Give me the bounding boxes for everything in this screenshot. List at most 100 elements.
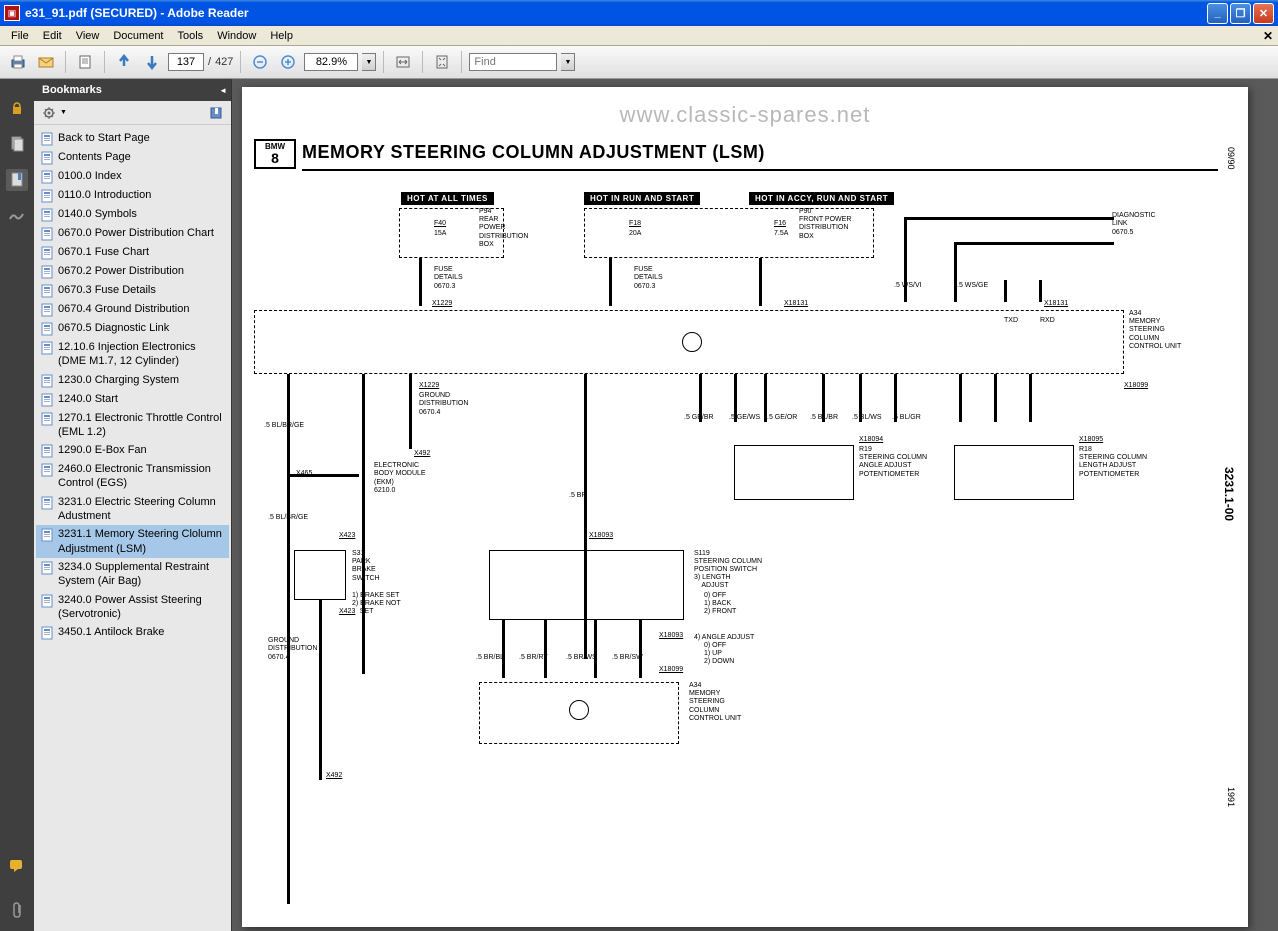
next-page-button[interactable]: [140, 50, 164, 74]
bookmark-label: 3450.1 Antilock Brake: [58, 625, 225, 639]
zoom-value: 82.9%: [304, 53, 358, 71]
document-view[interactable]: www.classic-spares.net BMW 8 MEMORY STEE…: [232, 79, 1278, 931]
bookmark-item[interactable]: 1230.0 Charging System: [36, 371, 229, 390]
date-bottom: 1991: [1226, 787, 1236, 807]
menu-window[interactable]: Window: [210, 28, 263, 44]
content-area: Bookmarks ◄ ▼ Back to Start Page Contents…: [0, 79, 1278, 931]
bookmark-item[interactable]: 3234.0 Supplemental Restraint System (Ai…: [36, 558, 229, 591]
bookmark-item[interactable]: 3231.1 Memory Steering Clolumn Adjustmen…: [36, 525, 229, 558]
page-display-button[interactable]: [73, 50, 97, 74]
page-sep: /: [208, 56, 211, 68]
menu-document[interactable]: Document: [106, 28, 170, 44]
maximize-button[interactable]: ❐: [1230, 3, 1251, 24]
bookmark-item[interactable]: 0670.1 Fuse Chart: [36, 243, 229, 262]
menu-help[interactable]: Help: [263, 28, 300, 44]
pdf-page: www.classic-spares.net BMW 8 MEMORY STEE…: [242, 87, 1248, 927]
attachments-icon[interactable]: [6, 899, 28, 921]
fit-width-button[interactable]: [391, 50, 415, 74]
bookmark-item[interactable]: 3231.0 Electric Steering Column Adustmen…: [36, 493, 229, 526]
title-underline: [302, 169, 1218, 171]
expand-bookmark-icon[interactable]: [207, 104, 225, 122]
bookmark-item[interactable]: 0670.3 Fuse Details: [36, 281, 229, 300]
page-icon: [40, 189, 54, 203]
doc-close-button[interactable]: ✕: [1263, 29, 1273, 43]
window-title: e31_91.pdf (SECURED) - Adobe Reader: [25, 6, 1207, 20]
bookmark-item[interactable]: 0670.2 Power Distribution: [36, 262, 229, 281]
bookmark-item[interactable]: Contents Page: [36, 148, 229, 167]
page-icon: [40, 412, 54, 426]
bookmark-item[interactable]: 0140.0 Symbols: [36, 205, 229, 224]
page-icon: [40, 227, 54, 241]
circuit-id: 3231.1-00: [1222, 467, 1236, 521]
page-icon: [40, 561, 54, 575]
page-icon: [40, 528, 54, 542]
collapse-panel-icon[interactable]: ◄: [219, 86, 227, 95]
menu-tools[interactable]: Tools: [171, 28, 211, 44]
bookmark-item[interactable]: 0100.0 Index: [36, 167, 229, 186]
bookmark-item[interactable]: 3450.1 Antilock Brake: [36, 623, 229, 642]
bookmark-item[interactable]: 0670.0 Power Distribution Chart: [36, 224, 229, 243]
minimize-button[interactable]: _: [1207, 3, 1228, 24]
bookmark-item[interactable]: 3240.0 Power Assist Steering (Servotroni…: [36, 591, 229, 624]
bookmarks-title: Bookmarks: [42, 84, 102, 96]
bookmark-item[interactable]: Back to Start Page: [36, 129, 229, 148]
page-icon: [40, 208, 54, 222]
menu-edit[interactable]: Edit: [36, 28, 69, 44]
bookmarks-icon[interactable]: [6, 169, 28, 191]
bookmark-label: 0670.1 Fuse Chart: [58, 245, 225, 259]
bookmark-item[interactable]: 12.10.6 Injection Electronics (DME M1.7,…: [36, 338, 229, 371]
page-icon: [40, 284, 54, 298]
bmw-badge: BMW 8: [254, 139, 296, 169]
page-icon: [40, 393, 54, 407]
page-icon: [40, 496, 54, 510]
bookmarks-panel: Bookmarks ◄ ▼ Back to Start Page Contents…: [34, 79, 232, 931]
gear-dropdown-icon[interactable]: ▼: [60, 109, 67, 116]
page-number-input[interactable]: [168, 53, 204, 71]
page-icon: [40, 303, 54, 317]
close-button[interactable]: ✕: [1253, 3, 1274, 24]
zoom-in-button[interactable]: [276, 50, 300, 74]
bookmark-item[interactable]: 1270.1 Electronic Throttle Control (EML …: [36, 409, 229, 442]
bookmark-item[interactable]: 0110.0 Introduction: [36, 186, 229, 205]
bookmark-label: 1230.0 Charging System: [58, 373, 225, 387]
bookmark-label: 1270.1 Electronic Throttle Control (EML …: [58, 411, 225, 440]
page-icon: [40, 322, 54, 336]
email-button[interactable]: [34, 50, 58, 74]
page-icon: [40, 374, 54, 388]
bookmark-label: Back to Start Page: [58, 131, 225, 145]
menu-file[interactable]: File: [4, 28, 36, 44]
bookmark-item[interactable]: 0670.5 Diagnostic Link: [36, 319, 229, 338]
diagram-title: MEMORY STEERING COLUMN ADJUSTMENT (LSM): [302, 142, 765, 163]
page-icon: [40, 626, 54, 640]
signatures-icon[interactable]: [6, 205, 28, 227]
fit-page-button[interactable]: [430, 50, 454, 74]
pages-icon[interactable]: [6, 133, 28, 155]
wiring-diagram: HOT AT ALL TIMES HOT IN RUN AND START HO…: [254, 192, 1208, 921]
zoom-out-button[interactable]: [248, 50, 272, 74]
bookmark-label: 3234.0 Supplemental Restraint System (Ai…: [58, 560, 225, 589]
bookmark-label: 3231.0 Electric Steering Column Adustmen…: [58, 495, 225, 524]
bookmark-label: 0140.0 Symbols: [58, 207, 225, 221]
bookmark-item[interactable]: 2460.0 Electronic Transmission Control (…: [36, 460, 229, 493]
bookmark-label: 2460.0 Electronic Transmission Control (…: [58, 462, 225, 491]
bookmark-item[interactable]: 0670.4 Ground Distribution: [36, 300, 229, 319]
nav-strip: [0, 79, 34, 931]
bookmark-item[interactable]: 1290.0 E-Box Fan: [36, 441, 229, 460]
bookmark-item[interactable]: 1240.0 Start: [36, 390, 229, 409]
bookmarks-list[interactable]: Back to Start Page Contents Page0100.0 In…: [34, 125, 231, 931]
prev-page-button[interactable]: [112, 50, 136, 74]
window-titlebar: ▣ e31_91.pdf (SECURED) - Adobe Reader _ …: [0, 0, 1278, 26]
find-input[interactable]: [469, 53, 557, 71]
page-icon: [40, 151, 54, 165]
lock-icon[interactable]: [6, 97, 28, 119]
hot-label-1: HOT AT ALL TIMES: [401, 192, 494, 205]
menu-view[interactable]: View: [69, 28, 107, 44]
print-button[interactable]: [6, 50, 30, 74]
zoom-dropdown[interactable]: ▼: [362, 53, 376, 71]
gear-icon[interactable]: [40, 104, 58, 122]
comments-icon[interactable]: [6, 855, 28, 877]
page-icon: [40, 132, 54, 146]
bookmark-label: 3240.0 Power Assist Steering (Servotroni…: [58, 593, 225, 622]
page-total: 427: [215, 56, 233, 68]
find-dropdown[interactable]: ▼: [561, 53, 575, 71]
